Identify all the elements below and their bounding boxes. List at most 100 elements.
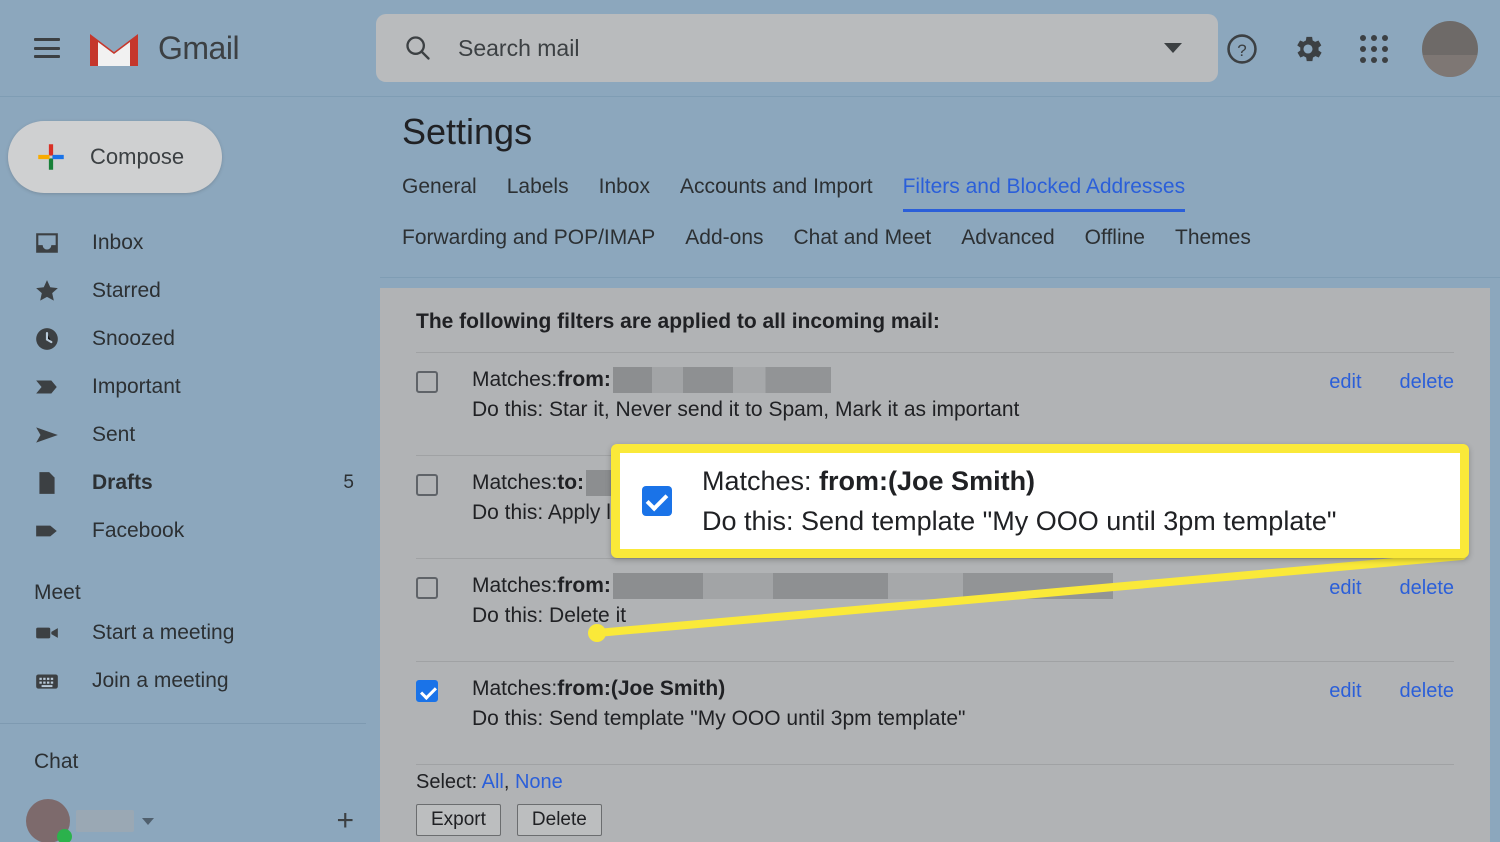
plus-icon[interactable]: + bbox=[336, 806, 354, 836]
settings-tabs-row-2: Forwarding and POP/IMAP Add-ons Chat and… bbox=[380, 226, 1500, 277]
delete-link[interactable]: delete bbox=[1400, 577, 1455, 600]
tab-general[interactable]: General bbox=[402, 175, 477, 212]
account-avatar[interactable] bbox=[1422, 20, 1478, 77]
callout-matches-key: from:(Joe Smith) bbox=[819, 466, 1036, 496]
search-bar[interactable]: Search mail bbox=[376, 14, 1218, 82]
compose-label: Compose bbox=[90, 144, 185, 169]
filter-action-line: Do this: Send template "My OOO until 3pm… bbox=[472, 707, 966, 730]
sidebar-item-label: Starred bbox=[92, 279, 161, 302]
gmail-brand[interactable]: Gmail bbox=[88, 28, 240, 68]
select-row: Select: All, None bbox=[416, 771, 1490, 794]
tab-forwarding-and-pop-imap[interactable]: Forwarding and POP/IMAP bbox=[402, 226, 655, 263]
tab-add-ons[interactable]: Add-ons bbox=[685, 226, 763, 263]
filter-row-actions: edit delete bbox=[1329, 680, 1454, 703]
sidebar-nav: Inbox Starred Snoozed Important Sent Dra… bbox=[0, 219, 380, 555]
filter-matches-line: Matches: from:(Joe Smith) bbox=[472, 674, 1454, 704]
sidebar-divider bbox=[0, 723, 366, 724]
chat-section-heading: Chat bbox=[34, 750, 79, 773]
tab-advanced[interactable]: Advanced bbox=[961, 226, 1054, 263]
filter-checkbox[interactable] bbox=[416, 371, 438, 393]
sidebar-item-label: Sent bbox=[92, 423, 136, 446]
export-button[interactable]: Export bbox=[416, 804, 501, 836]
sidebar-item-inbox[interactable]: Inbox bbox=[0, 219, 380, 267]
filter-matches-prefix: Matches: bbox=[472, 574, 558, 597]
filter-row-actions: edit delete bbox=[1329, 577, 1454, 600]
filter-checkbox[interactable] bbox=[416, 474, 438, 496]
tab-labels[interactable]: Labels bbox=[507, 175, 569, 212]
sidebar: Compose Inbox Starred Snoozed Important … bbox=[0, 97, 380, 842]
select-none-link[interactable]: None bbox=[515, 771, 563, 793]
filters-panel: The following filters are applied to all… bbox=[380, 288, 1490, 842]
sidebar-item-count: 5 bbox=[343, 472, 354, 493]
search-icon bbox=[406, 36, 430, 60]
filter-checkbox[interactable] bbox=[416, 577, 438, 599]
sidebar-item-start-meeting[interactable]: Start a meeting bbox=[0, 609, 380, 657]
filter-checkbox[interactable] bbox=[416, 680, 438, 702]
tab-offline[interactable]: Offline bbox=[1085, 226, 1145, 263]
select-all-link[interactable]: All bbox=[482, 771, 504, 793]
plus-icon bbox=[38, 144, 64, 170]
clock-icon bbox=[34, 326, 68, 352]
tab-themes[interactable]: Themes bbox=[1175, 226, 1251, 263]
table-row: Matches: from:(Joe Smith) Do this: Send … bbox=[380, 662, 1490, 746]
brand-label: Gmail bbox=[158, 29, 240, 66]
help-icon[interactable]: ? bbox=[1218, 25, 1266, 73]
delete-button[interactable]: Delete bbox=[516, 804, 602, 836]
filter-details: Matches: from: Do this: Delete it bbox=[472, 571, 1454, 631]
inbox-icon bbox=[34, 230, 68, 256]
chevron-down-icon[interactable] bbox=[1164, 43, 1182, 53]
search-input-placeholder[interactable]: Search mail bbox=[458, 35, 579, 62]
filter-matches-prefix: Matches: bbox=[472, 368, 558, 391]
callout-matches-prefix: Matches: bbox=[702, 466, 820, 496]
sidebar-item-label: Inbox bbox=[92, 231, 144, 254]
filters-panel-heading: The following filters are applied to all… bbox=[416, 310, 940, 333]
tab-chat-and-meet[interactable]: Chat and Meet bbox=[794, 226, 932, 263]
sidebar-item-important[interactable]: Important bbox=[0, 363, 380, 411]
filter-matches-key: from: bbox=[557, 574, 611, 597]
table-row: Matches: from: Do this: Star it, Never s… bbox=[380, 353, 1490, 437]
callout-filter-checkbox[interactable] bbox=[642, 486, 672, 516]
filter-row-actions: edit delete bbox=[1329, 371, 1454, 394]
sidebar-item-snoozed[interactable]: Snoozed bbox=[0, 315, 380, 363]
filter-matches-prefix: Matches: bbox=[472, 471, 558, 494]
filter-matches-line: Matches: from: bbox=[472, 365, 1454, 395]
filter-matches-key: from: bbox=[557, 368, 611, 391]
filter-matches-prefix: Matches: bbox=[472, 677, 558, 700]
tab-inbox[interactable]: Inbox bbox=[599, 175, 650, 212]
chat-avatar[interactable] bbox=[26, 799, 72, 842]
sidebar-item-label: Start a meeting bbox=[92, 621, 235, 644]
edit-link[interactable]: edit bbox=[1329, 577, 1361, 600]
top-bar: Gmail Search mail ? bbox=[0, 0, 1500, 97]
select-separator: , bbox=[503, 771, 510, 793]
edit-link[interactable]: edit bbox=[1329, 680, 1361, 703]
bulk-actions: Export Delete bbox=[416, 804, 1490, 836]
delete-link[interactable]: delete bbox=[1400, 680, 1455, 703]
chat-user-row[interactable]: + bbox=[0, 796, 380, 842]
apps-grid-icon[interactable] bbox=[1350, 25, 1398, 73]
chevron-down-icon[interactable] bbox=[142, 817, 154, 825]
sidebar-item-facebook[interactable]: Facebook bbox=[0, 507, 380, 555]
draft-icon bbox=[34, 470, 68, 496]
sidebar-item-sent[interactable]: Sent bbox=[0, 411, 380, 459]
video-camera-icon bbox=[34, 620, 68, 646]
callout-action-line: Do this: Send template "My OOO until 3pm… bbox=[702, 506, 1337, 536]
keyboard-icon bbox=[34, 668, 68, 694]
redacted-value bbox=[612, 367, 831, 393]
label-tag-icon bbox=[34, 518, 68, 544]
send-icon bbox=[34, 422, 68, 448]
redacted-value bbox=[612, 573, 1113, 599]
hamburger-menu-icon[interactable] bbox=[34, 38, 60, 58]
sidebar-item-label: Snoozed bbox=[92, 327, 175, 350]
filter-matches-key: from:(Joe Smith) bbox=[557, 677, 726, 700]
edit-link[interactable]: edit bbox=[1329, 371, 1361, 394]
divider bbox=[416, 764, 1454, 765]
tab-accounts-and-import[interactable]: Accounts and Import bbox=[680, 175, 873, 212]
tab-filters-and-blocked-addresses[interactable]: Filters and Blocked Addresses bbox=[902, 175, 1186, 212]
sidebar-item-drafts[interactable]: Drafts 5 bbox=[0, 459, 380, 507]
table-row: Matches: from: Do this: Delete it edit d… bbox=[380, 559, 1490, 643]
compose-button[interactable]: Compose bbox=[8, 121, 222, 193]
sidebar-item-starred[interactable]: Starred bbox=[0, 267, 380, 315]
delete-link[interactable]: delete bbox=[1400, 371, 1455, 394]
gear-icon[interactable] bbox=[1284, 25, 1332, 73]
sidebar-item-join-meeting[interactable]: Join a meeting bbox=[0, 657, 380, 705]
